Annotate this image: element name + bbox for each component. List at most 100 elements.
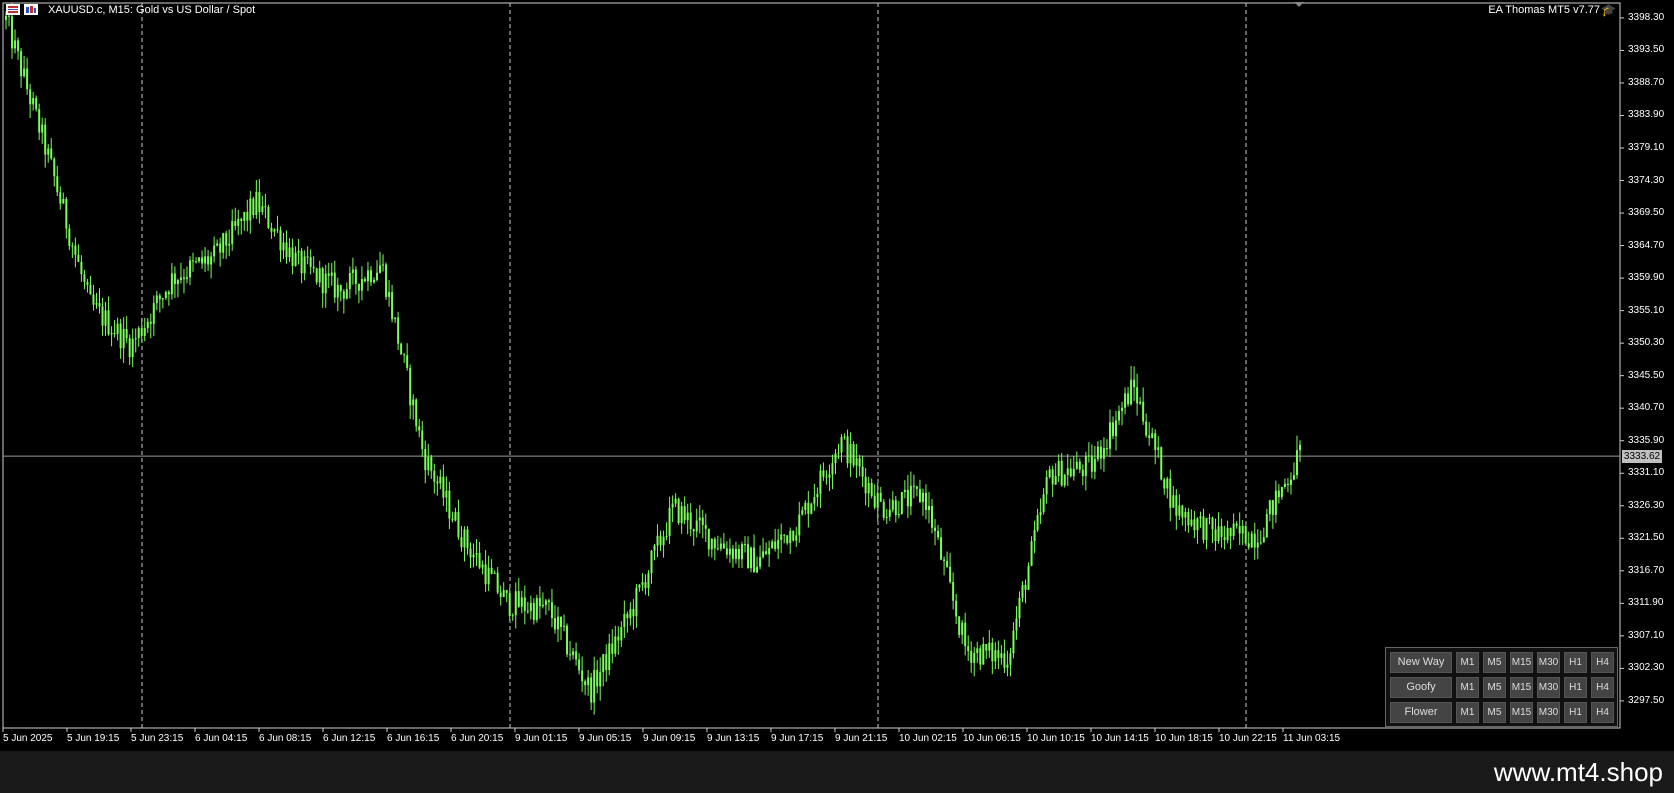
tf-m5-button[interactable]: M5 [1483, 702, 1506, 723]
candle-body [677, 498, 680, 523]
candle-body [1289, 479, 1292, 485]
tf-m1-button[interactable]: M1 [1456, 702, 1479, 723]
tf-h4-button[interactable]: H4 [1591, 702, 1614, 723]
price-label: 3350.30 [1628, 337, 1665, 349]
tf-m15-button[interactable]: M15 [1510, 677, 1533, 698]
candle-body [879, 492, 882, 502]
chart-frame [2, 2, 1621, 729]
tf-m15-button[interactable]: M15 [1510, 652, 1533, 673]
candle-body [792, 530, 795, 541]
candle-body [285, 242, 288, 258]
tf-m1-button[interactable]: M1 [1456, 652, 1479, 673]
candle-body [201, 257, 204, 264]
candle-body [837, 452, 840, 454]
candle-body [41, 124, 44, 133]
goofy-button[interactable]: Goofy [1390, 677, 1452, 698]
candle-body [1262, 537, 1265, 543]
new-way-button[interactable]: New Way [1390, 652, 1452, 673]
candle-body [810, 503, 813, 514]
candle-body [424, 448, 427, 471]
candle-body [140, 328, 143, 336]
flower-button[interactable]: Flower [1390, 702, 1452, 723]
time-label: 10 Jun 14:15 [1091, 733, 1149, 744]
tf-m5-button[interactable]: M5 [1483, 652, 1506, 673]
candle-body [710, 538, 713, 550]
candle-body [937, 530, 940, 538]
tf-h4-button[interactable]: H4 [1591, 652, 1614, 673]
tf-m30-button[interactable]: M30 [1537, 652, 1560, 673]
tf-m30-button[interactable]: M30 [1537, 677, 1560, 698]
candle-body [572, 651, 575, 656]
candle-body [1075, 461, 1078, 469]
candle-body [1214, 529, 1217, 541]
ea-hat-icon[interactable]: 🎓 [1601, 3, 1616, 17]
candle-body [611, 643, 614, 654]
window-icon[interactable] [24, 4, 38, 15]
tf-m15-button[interactable]: M15 [1510, 702, 1533, 723]
candle-body [481, 564, 484, 568]
price-label: 3331.10 [1628, 467, 1665, 479]
candle-body [1042, 494, 1045, 512]
candle-body [297, 250, 300, 253]
candle-body [578, 659, 581, 671]
candle-body [855, 458, 858, 466]
time-label: 10 Jun 10:15 [1027, 733, 1085, 744]
candle-body [74, 245, 77, 255]
tf-h4-button[interactable]: H4 [1591, 677, 1614, 698]
candle-body [514, 591, 517, 616]
candle-body [1033, 530, 1036, 542]
tf-h1-button[interactable]: H1 [1564, 652, 1587, 673]
candle-body [412, 399, 415, 406]
candle-body [662, 536, 665, 546]
candle-body [68, 228, 71, 246]
candle-body [430, 456, 433, 471]
candle-body [870, 483, 873, 496]
candle-body [1039, 511, 1042, 516]
candle-body [8, 15, 11, 17]
candle-body [541, 604, 544, 607]
tf-h1-button[interactable]: H1 [1564, 677, 1587, 698]
candle-body [95, 303, 98, 305]
candle-body [1090, 455, 1093, 472]
tf-m1-button[interactable]: M1 [1456, 677, 1479, 698]
candle-body [647, 573, 650, 589]
tf-m30-button[interactable]: M30 [1537, 702, 1560, 723]
candle-body [686, 512, 689, 521]
candle-body [454, 511, 457, 521]
candle-body [508, 593, 511, 616]
candle-body [560, 616, 563, 627]
tf-m5-button[interactable]: M5 [1483, 677, 1506, 698]
candle-body [125, 328, 128, 339]
candle-body [342, 291, 345, 299]
candle-body [303, 256, 306, 274]
candle-body [192, 260, 195, 262]
candle-body [940, 537, 943, 560]
time-label: 9 Jun 09:15 [643, 733, 696, 744]
candle-body [451, 518, 454, 521]
candle-body [388, 292, 391, 297]
price-label: 3355.10 [1628, 304, 1665, 316]
candle-body [921, 492, 924, 502]
candle-body [466, 529, 469, 549]
candle-body [487, 567, 490, 585]
candle-body [529, 602, 532, 612]
candle-body [1190, 519, 1193, 526]
candle-body [273, 229, 276, 232]
tf-h1-button[interactable]: H1 [1564, 702, 1587, 723]
candle-body [44, 124, 47, 155]
candle-body [991, 642, 994, 662]
candle-body [1181, 505, 1184, 518]
candle-body [623, 613, 626, 628]
chart-shift-marker[interactable] [1294, 2, 1304, 7]
chart-type-icon[interactable] [6, 4, 20, 15]
price-label: 3364.70 [1628, 239, 1665, 251]
candle-body [1187, 511, 1190, 526]
candle-body [849, 444, 852, 464]
candle-body [1108, 422, 1111, 449]
candle-body [1018, 597, 1021, 619]
candle-body [225, 233, 228, 246]
candle-body [128, 338, 131, 358]
price-chart[interactable] [0, 0, 1674, 751]
candle-body [834, 453, 837, 464]
candle-body [734, 548, 737, 559]
